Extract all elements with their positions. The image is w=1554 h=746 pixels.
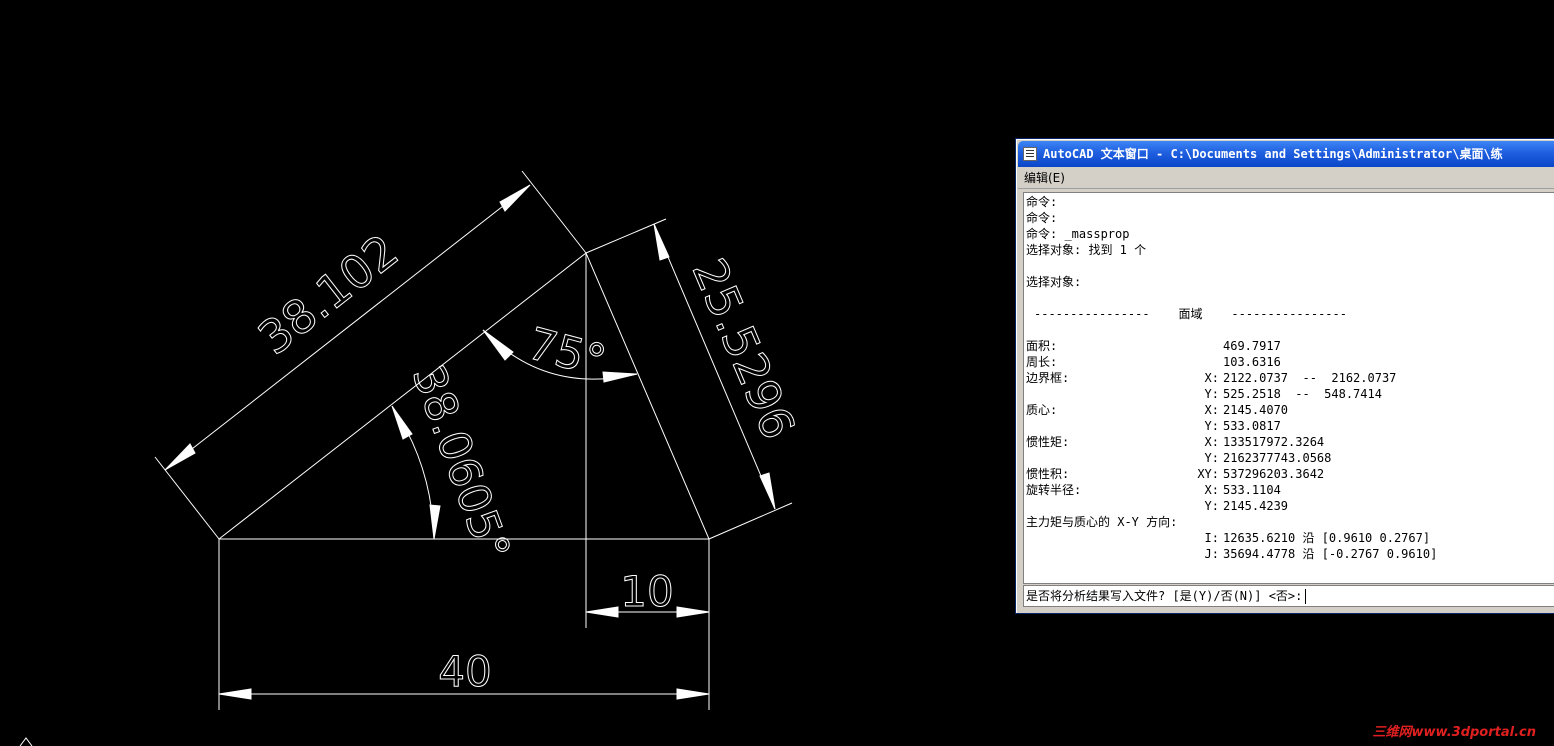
title-bar[interactable]: AutoCAD 文本窗口 - C:\Documents and Settings… (1018, 141, 1554, 167)
dim6-arrow-a (218, 688, 252, 700)
window-title: AutoCAD 文本窗口 - C:\Documents and Settings… (1043, 147, 1503, 161)
watermark: 三维网www.3dportal.cn (1372, 725, 1536, 740)
massprop-row: Y: 533.0817 (1026, 418, 1554, 434)
massprop-label: 周长: (1026, 355, 1058, 369)
massprop-row: Y: 2145.4239 (1026, 498, 1554, 514)
ucs-icon (19, 737, 33, 746)
massprop-row: Y: 2162377743.0568 (1026, 450, 1554, 466)
massprop-label: 质心: (1026, 403, 1058, 417)
dim2-text: 25.5296 (682, 251, 806, 447)
history-line: 选择对象: (1026, 275, 1082, 289)
massprop-axis: X: (1204, 435, 1219, 449)
angle38-arrow-b (429, 504, 441, 540)
massprop-label: 面积: (1026, 339, 1058, 353)
massprop-row: I: 12635.6210 沿 [0.9610 0.2767] (1026, 530, 1554, 546)
massprop-value: 2145.4070 (1223, 403, 1289, 417)
massprop-value: 133517972.3264 (1223, 435, 1325, 449)
menu-edit[interactable]: 编辑(E) (1018, 168, 1071, 188)
massprop-label: 旋转半径: (1026, 483, 1082, 497)
history-line: 命令: _massprop (1026, 227, 1130, 241)
massprop-row: 惯性矩: X: 133517972.3264 (1026, 434, 1554, 450)
massprop-label: 惯性矩: (1026, 435, 1070, 449)
massprop-row: 周长: 103.6316 (1026, 354, 1554, 370)
massprop-value: 35694.4778 沿 [-0.2767 0.9610] (1223, 547, 1438, 561)
dim2-arrow-a (653, 223, 670, 261)
text-window-icon[interactable] (1023, 146, 1037, 161)
region-header: ---------------- 面域 ---------------- (1034, 307, 1347, 321)
massprop-results: 面积: 469.7917 周长: 103.6316 边界框: X: 2122.0737 --… (1026, 338, 1554, 562)
dim5-text: 10 (620, 567, 673, 616)
massprop-row: 边界框: X: 2122.0737 -- 2162.0737 (1026, 370, 1554, 386)
dim4-text: 38.0605° (402, 358, 520, 567)
massprop-row: 惯性积: XY: 537296203.3642 (1026, 466, 1554, 482)
massprop-value: 469.7917 (1223, 339, 1281, 353)
massprop-axis: X: (1204, 483, 1219, 497)
dim1-arrow-a (164, 443, 196, 471)
history-output[interactable]: 命令: 命令: 命令: _massprop 选择对象: 找到 1 个 选择对象:… (1023, 192, 1554, 584)
massprop-axis: I: (1204, 531, 1219, 545)
history-line: 选择对象: 找到 1 个 (1026, 243, 1147, 257)
menu-bar: 编辑(E) (1018, 168, 1554, 189)
dim5-arrow-a (585, 606, 619, 618)
history-line: 命令: (1026, 211, 1058, 225)
massprop-axis: Y: (1204, 499, 1219, 513)
massprop-value: 533.0817 (1223, 419, 1281, 433)
massprop-axis: X: (1204, 403, 1219, 417)
massprop-label: 边界框: (1026, 371, 1070, 385)
dim6-arrow-b (676, 688, 710, 700)
dim3-text: 75° (522, 318, 611, 387)
autocad-text-window[interactable]: AutoCAD 文本窗口 - C:\Documents and Settings… (1015, 138, 1554, 614)
massprop-row: J: 35694.4778 沿 [-0.2767 0.9610] (1026, 546, 1554, 562)
massprop-row: 质心: X: 2145.4070 (1026, 402, 1554, 418)
history-line (1026, 322, 1554, 338)
massprop-row: 旋转半径: X: 533.1104 (1026, 482, 1554, 498)
history-line: 命令: (1026, 195, 1058, 209)
massprop-axis: X: (1204, 371, 1219, 385)
massprop-value: 2162377743.0568 (1223, 451, 1332, 465)
massprop-row: 面积: 469.7917 (1026, 338, 1554, 354)
massprop-value: 525.2518 -- 548.7414 (1223, 387, 1382, 401)
history-line (1026, 290, 1554, 306)
massprop-value: 2122.0737 -- 2162.0737 (1223, 371, 1397, 385)
dim1-arrow-b (499, 184, 531, 212)
massprop-value: 537296203.3642 (1223, 467, 1325, 481)
massprop-value: 533.1104 (1223, 483, 1281, 497)
massprop-label: 惯性积: (1026, 467, 1070, 481)
text-caret (1305, 589, 1307, 604)
massprop-row: 主力矩与质心的 X-Y 方向: (1026, 514, 1554, 530)
massprop-axis: Y: (1204, 419, 1219, 433)
massprop-value: 12635.6210 沿 [0.9610 0.2767] (1223, 531, 1431, 545)
massprop-axis: J: (1204, 547, 1219, 561)
dim2-arrow-b (759, 472, 776, 510)
angle75-arrow-b (602, 371, 638, 383)
dim6-text: 40 (438, 647, 491, 696)
massprop-row: Y: 525.2518 -- 548.7414 (1026, 386, 1554, 402)
angle75-arrow-a (482, 329, 514, 361)
command-prompt: 是否将分析结果写入文件? [是(Y)/否(N)] <否>: (1026, 589, 1303, 603)
massprop-value: 2145.4239 (1223, 499, 1289, 513)
angle38-arrow-a (391, 405, 413, 440)
dim1-extension-a (154, 456, 220, 540)
massprop-axis: XY: (1197, 467, 1219, 481)
massprop-axis: Y: (1204, 387, 1219, 401)
dim2-extension-b (708, 502, 793, 540)
dim5-arrow-b (676, 606, 710, 618)
massprop-value: 103.6316 (1223, 355, 1281, 369)
massprop-label: 主力矩与质心的 X-Y 方向: (1026, 515, 1178, 529)
history-line (1026, 258, 1554, 274)
dim1-text: 38.102 (248, 224, 408, 366)
dim1-extension-b (521, 170, 587, 254)
massprop-axis: Y: (1204, 451, 1219, 465)
command-line[interactable]: 是否将分析结果写入文件? [是(Y)/否(N)] <否>: (1023, 585, 1554, 607)
